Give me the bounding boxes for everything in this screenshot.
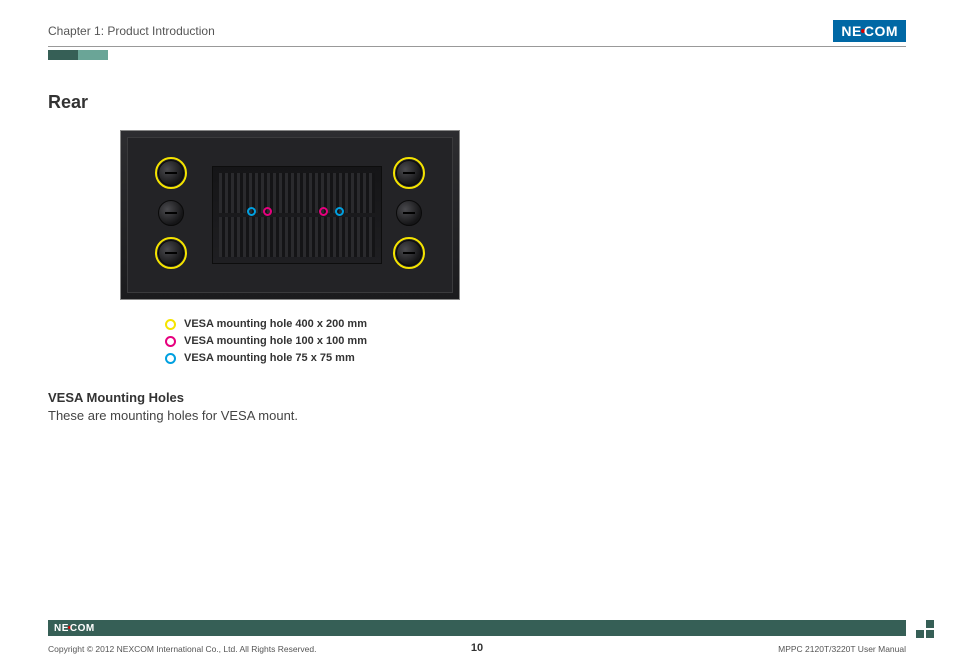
legend-label: VESA mounting hole 75 x 75 mm xyxy=(184,352,355,364)
subsection-heading: VESA Mounting Holes xyxy=(48,390,184,405)
footer-doc-title: MPPC 2120T/3220T User Manual xyxy=(778,644,906,654)
page-number: 10 xyxy=(471,642,483,654)
footer-copyright: Copyright © 2012 NEXCOM International Co… xyxy=(48,644,316,654)
subsection-body: These are mounting holes for VESA mount. xyxy=(48,408,298,423)
panel-knob xyxy=(396,200,422,226)
legend-item: VESA mounting hole 100 x 100 mm xyxy=(165,335,367,347)
panel-knob xyxy=(158,200,184,226)
vesa-hole-400-icon xyxy=(393,157,425,189)
brand-logo-text: NECOM xyxy=(833,20,906,42)
vesa-hole-100-icon xyxy=(319,207,328,216)
accent-blocks xyxy=(48,50,108,60)
header-rule xyxy=(48,46,906,47)
legend-label: VESA mounting hole 100 x 100 mm xyxy=(184,335,367,347)
legend-swatch-pink-icon xyxy=(165,336,176,347)
legend-label: VESA mounting hole 400 x 200 mm xyxy=(184,318,367,330)
legend-swatch-yellow-icon xyxy=(165,319,176,330)
legend-swatch-cyan-icon xyxy=(165,353,176,364)
legend-item: VESA mounting hole 75 x 75 mm xyxy=(165,352,367,364)
legend-item: VESA mounting hole 400 x 200 mm xyxy=(165,318,367,330)
vesa-hole-75-icon xyxy=(335,207,344,216)
vesa-hole-100-icon xyxy=(263,207,272,216)
vesa-hole-400-icon xyxy=(155,157,187,189)
vesa-hole-400-icon xyxy=(155,237,187,269)
footer-bar: NECOM xyxy=(48,620,906,636)
vesa-hole-400-icon xyxy=(393,237,425,269)
section-heading-rear: Rear xyxy=(48,92,88,113)
legend: VESA mounting hole 400 x 200 mm VESA mou… xyxy=(165,318,367,369)
vesa-hole-75-icon xyxy=(247,207,256,216)
footer-logo-text: NECOM xyxy=(48,623,95,634)
rear-panel-diagram xyxy=(120,130,460,300)
brand-logo: NECOM xyxy=(833,20,906,42)
chapter-title: Chapter 1: Product Introduction xyxy=(48,24,215,38)
footer-squares-icon xyxy=(902,620,918,638)
